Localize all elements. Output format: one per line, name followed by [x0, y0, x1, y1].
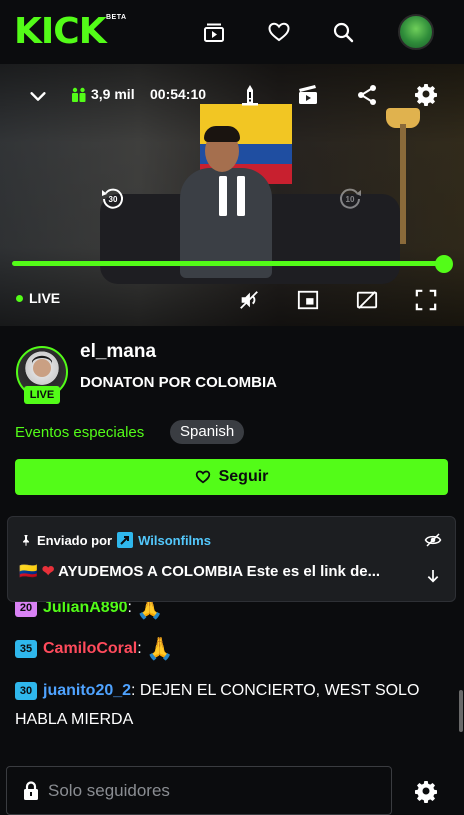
chevron-down-icon[interactable] [26, 84, 50, 108]
picture-in-picture-icon[interactable] [295, 287, 321, 313]
beta-label: BETA [106, 14, 127, 21]
chat-message: 30 juanito20_2: DEJEN EL CONCIERTO, WEST … [15, 681, 420, 728]
chat-username[interactable]: CamiloCoral [43, 640, 137, 657]
seek-bar[interactable] [12, 261, 444, 266]
settings-gear-icon[interactable] [413, 82, 439, 108]
category-link[interactable]: Eventos especiales [15, 424, 144, 441]
theater-mode-icon[interactable] [354, 287, 380, 313]
viewers-icon [70, 85, 88, 105]
fullscreen-icon[interactable] [413, 287, 439, 313]
pin-icon [23, 535, 29, 546]
emote-icon: 🙏 [146, 636, 174, 661]
clip-icon[interactable] [295, 82, 321, 108]
expand-pin-icon[interactable] [422, 565, 444, 587]
heart-icon[interactable] [265, 18, 293, 46]
report-icon[interactable] [237, 82, 263, 108]
heart-icon [195, 470, 210, 484]
chat-settings-gear-icon[interactable] [414, 780, 438, 809]
pinned-header: Enviado por Wilsonfilms [20, 532, 211, 548]
pinned-username[interactable]: Wilsonfilms [138, 533, 211, 548]
forward-10-icon[interactable]: 10 [336, 184, 364, 212]
mute-icon[interactable] [236, 287, 262, 313]
rewind-10-icon[interactable]: 30 [99, 184, 127, 212]
follow-button[interactable]: Seguir [15, 459, 448, 495]
channel-name[interactable]: el_mana [80, 341, 156, 363]
live-badge: LIVE [24, 386, 60, 404]
follow-label: Seguir [218, 468, 269, 485]
stream-time: 00:54:10 [150, 86, 207, 102]
subscriber-badge: 30 [15, 681, 37, 700]
share-icon[interactable] [354, 82, 380, 108]
search-icon[interactable] [329, 18, 357, 46]
seek-thumb[interactable] [435, 255, 453, 273]
svg-text:10: 10 [346, 195, 355, 204]
streamer-hair [204, 126, 240, 142]
pinned-text: 🇨🇴 ❤ AYUDEMOS A COLOMBIA Este es el link… [19, 563, 381, 580]
video-player[interactable]: 3,9 mil 00:54:10 30 10 LIVE [0, 64, 464, 326]
kick-logo[interactable]: KICK [14, 12, 107, 52]
lamp-stand [400, 124, 406, 244]
user-avatar[interactable] [398, 14, 434, 50]
chat-message: 35 CamiloCoral: 🙏 [15, 636, 174, 662]
chat-input-placeholder: Solo seguidores [48, 781, 170, 800]
colombia-flag-emoji: 🇨🇴 [19, 563, 38, 580]
hide-pin-icon[interactable] [422, 529, 444, 551]
live-dot [16, 295, 23, 302]
heart-emoji: ❤ [41, 563, 55, 580]
chat-username[interactable]: juanito20_2 [43, 682, 131, 699]
viewer-count: 3,9 mil [91, 86, 135, 102]
user-badge-icon [117, 532, 134, 548]
stream-title: DONATON POR COLOMBIA [80, 374, 277, 391]
language-tag[interactable]: Spanish [170, 420, 245, 444]
subscriber-badge: 35 [15, 640, 37, 658]
chat-scrollbar[interactable] [459, 690, 463, 732]
pinned-message[interactable] [7, 516, 456, 602]
sent-by-label: Enviado por [37, 532, 113, 548]
lock-icon [22, 781, 40, 806]
pause-icon[interactable] [212, 172, 252, 220]
svg-text:30: 30 [109, 195, 118, 204]
live-indicator[interactable]: LIVE [29, 290, 60, 306]
clips-icon[interactable] [200, 18, 228, 46]
